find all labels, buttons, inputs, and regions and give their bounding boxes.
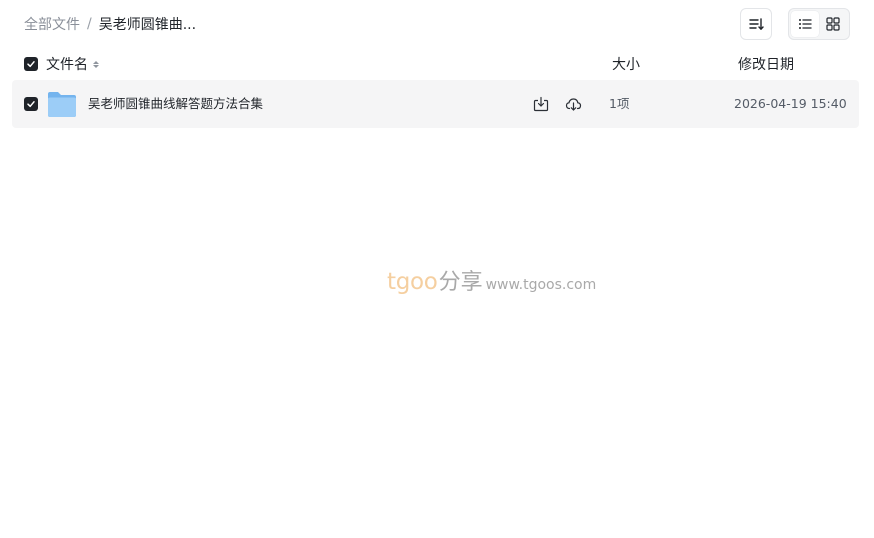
- size-column-header: 大小: [612, 54, 640, 74]
- download-icon: [533, 96, 549, 112]
- name-column-label: 文件名: [46, 57, 88, 73]
- watermark-url: www.tgoos.com: [485, 277, 597, 293]
- save-to-cloud-button[interactable]: [563, 94, 583, 114]
- breadcrumb-separator: /: [87, 16, 92, 32]
- file-browser: 全部文件 / 吴老师圆锥曲... 文件名 大小 修改日期 吴老师圆锥曲线解答题方…: [0, 0, 874, 538]
- name-column-header[interactable]: 文件名: [24, 54, 99, 74]
- sort-arrows-icon[interactable]: [93, 60, 99, 68]
- file-name[interactable]: 吴老师圆锥曲线解答题方法合集: [88, 94, 263, 114]
- modified-column-label: 修改日期: [738, 57, 794, 73]
- sort-button[interactable]: [740, 8, 772, 40]
- size-column-label: 大小: [612, 57, 640, 73]
- row-checkbox[interactable]: [24, 97, 38, 111]
- modified-column-header: 修改日期: [738, 54, 794, 74]
- grid-view-icon: [826, 17, 840, 31]
- grid-view-button[interactable]: [819, 11, 847, 37]
- breadcrumb: 全部文件 / 吴老师圆锥曲...: [24, 14, 196, 34]
- view-toggle: [788, 8, 850, 40]
- file-size: 1项: [609, 96, 630, 111]
- table-row[interactable]: 吴老师圆锥曲线解答题方法合集 1项 2026-04-19 15:40: [12, 80, 859, 128]
- cloud-save-icon: [565, 98, 581, 111]
- list-view-button[interactable]: [791, 11, 819, 37]
- list-view-icon: [799, 19, 812, 29]
- watermark-cn: 分享: [438, 270, 483, 295]
- breadcrumb-root[interactable]: 全部文件: [24, 14, 80, 34]
- check-icon: [27, 101, 35, 108]
- check-icon: [27, 61, 35, 68]
- sort-list-icon: [749, 18, 764, 30]
- folder-icon: [48, 92, 76, 117]
- breadcrumb-current: 吴老师圆锥曲...: [98, 17, 197, 33]
- select-all-checkbox[interactable]: [24, 57, 38, 71]
- watermark-brand: tgoo: [387, 269, 438, 295]
- file-modified-date: 2026-04-19 15:40: [734, 96, 847, 111]
- watermark: tgoo 分享 www.tgoos.com: [387, 264, 596, 296]
- download-button[interactable]: [531, 94, 551, 114]
